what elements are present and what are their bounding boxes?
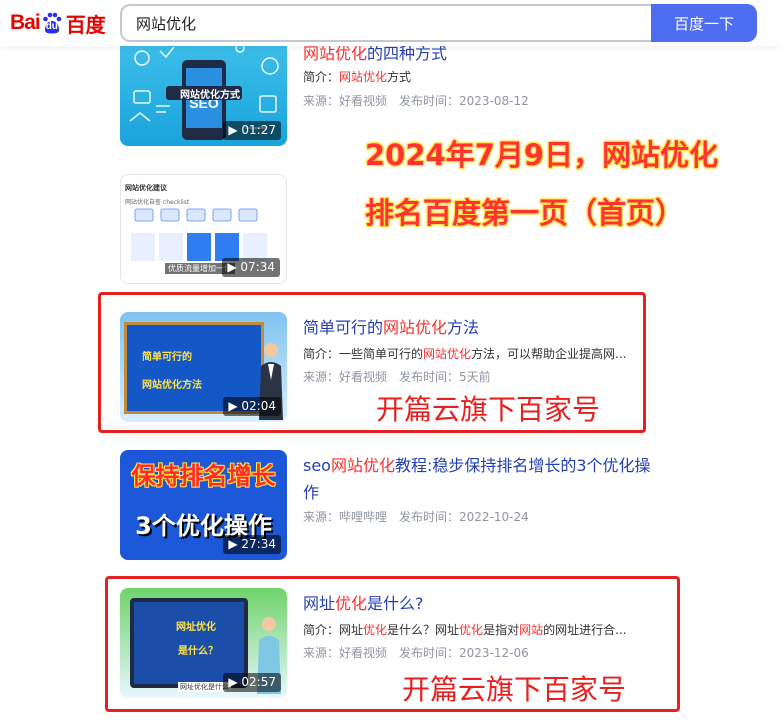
summary-text: 方式 bbox=[387, 70, 412, 84]
paw-icon: du bbox=[42, 12, 62, 34]
title-highlight: 网站优化 bbox=[330, 456, 395, 475]
play-icon: ▶ bbox=[228, 123, 238, 137]
video-thumbnail-1[interactable]: SEO 网站优化方式 ▶ 01:27 bbox=[120, 36, 287, 146]
title-text: 的四种方式 bbox=[367, 44, 448, 63]
result-meta: 来源：哔哩哔哩 发布时间：2022-10-24 bbox=[303, 508, 529, 525]
thumb-line-1: 保持排名增长 bbox=[131, 462, 276, 490]
title-text: seo bbox=[303, 456, 331, 475]
video-thumbnail-4[interactable]: 保持排名增长 3个优化操作 ▶ 27:34 bbox=[120, 450, 287, 560]
play-icon: ▶ bbox=[228, 537, 238, 551]
promo-banner-line-1: 2024年7月9日，网站优化 bbox=[365, 138, 719, 172]
duration-text: 27:34 bbox=[241, 537, 276, 551]
promo-banner-line-2: 排名百度第一页（首页） bbox=[365, 196, 685, 230]
logo-bai-text: Bai bbox=[10, 11, 41, 34]
result-source: 来源：好看视频 bbox=[303, 94, 388, 108]
video-result-4: 保持排名增长 3个优化操作 ▶ 27:34 seo网站优化教程:稳步保持排名增长… bbox=[120, 450, 680, 562]
video-duration-badge: ▶ 27:34 bbox=[223, 535, 281, 554]
result-source: 来源：哔哩哔哩 bbox=[303, 510, 388, 524]
video-duration-badge: ▶ 07:34 bbox=[222, 258, 280, 277]
title-highlight: 网站优化 bbox=[303, 44, 368, 63]
search-button[interactable]: 百度一下 bbox=[651, 4, 757, 42]
duration-text: 01:27 bbox=[241, 123, 276, 137]
logo-cn-text: 百度 bbox=[65, 12, 106, 37]
baidu-logo[interactable]: Bai du 百度 bbox=[10, 8, 106, 38]
frame-label-2: 开篇云旗下百家号 bbox=[402, 673, 627, 706]
summary-highlight: 网站优化 bbox=[339, 70, 388, 84]
summary-text: 简介： bbox=[303, 70, 340, 84]
result-title-link[interactable]: seo网站优化教程:稳步保持排名增长的3个优化操作 bbox=[303, 452, 663, 506]
video-thumbnail-2[interactable]: 网站优化建议 网站优化自查 checklist 优质流量增加一倍 ▶ 07:34 bbox=[120, 174, 287, 284]
duration-text: 07:34 bbox=[240, 260, 275, 274]
result-summary: 简介：网站优化方式 bbox=[303, 68, 648, 85]
search-input[interactable] bbox=[122, 6, 652, 40]
thumb-overlay-text: 网站优化方式 bbox=[180, 90, 240, 101]
result-date: 发布时间：2022-10-24 bbox=[399, 510, 529, 524]
result-date: 发布时间：2023-08-12 bbox=[399, 94, 529, 108]
search-box bbox=[120, 4, 652, 42]
video-duration-badge: ▶ 01:27 bbox=[223, 121, 281, 140]
play-icon: ▶ bbox=[227, 260, 237, 274]
top-header: Bai du 百度 百度一下 bbox=[0, 0, 782, 46]
result-meta: 来源：好看视频 发布时间：2023-08-12 bbox=[303, 92, 529, 109]
logo-du-text: du bbox=[45, 21, 58, 32]
frame-label-1: 开篇云旗下百家号 bbox=[376, 393, 601, 426]
